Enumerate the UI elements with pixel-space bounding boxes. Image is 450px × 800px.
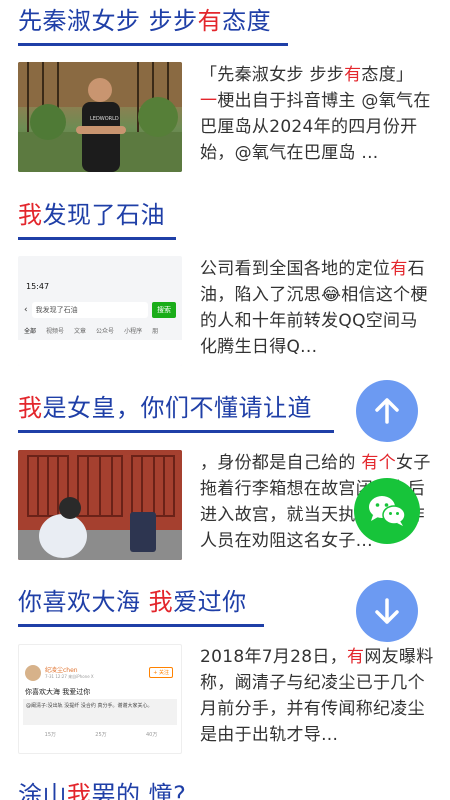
article-title-3[interactable]: 我是女皇，你们不懂请让道 bbox=[18, 393, 334, 433]
weibo-post-text: 你喜欢大海 我爱过你 bbox=[25, 688, 91, 696]
article-summary-4[interactable]: 2018年7月28日，有网友曝料称，阚清子与纪凌尘已于几个月前分手，并有传闻称纪… bbox=[200, 644, 434, 748]
title-underline bbox=[18, 43, 288, 46]
title-underline bbox=[18, 237, 176, 240]
phone-time: 15:47 bbox=[26, 282, 50, 291]
phone-tabs: 全部 视频号 文章 公众号 小程序 朋 bbox=[24, 328, 159, 335]
article-title-5[interactable]: 涂山我罢的 憧? bbox=[18, 780, 186, 800]
shirt-text: LEDWORLD bbox=[90, 116, 119, 122]
weibo-stats: 15万 25万 40万 bbox=[44, 732, 158, 738]
phone-search-box: 我发现了石油 bbox=[31, 302, 148, 318]
scroll-up-button[interactable] bbox=[356, 380, 418, 442]
article-title-2[interactable]: 我发现了石油 bbox=[18, 200, 176, 240]
article-thumbnail-3[interactable] bbox=[18, 450, 182, 560]
avatar bbox=[25, 665, 41, 681]
article-thumbnail-4[interactable]: 纪凌尘chen 7-31 12:27 来自iPhone X + 关注 你喜欢大海… bbox=[18, 644, 182, 754]
arrow-up-icon bbox=[375, 398, 399, 424]
wechat-share-button[interactable] bbox=[354, 478, 420, 544]
scroll-down-button[interactable] bbox=[356, 580, 418, 642]
article-thumbnail-1[interactable]: LEDWORLD bbox=[18, 62, 182, 172]
article-summary-2[interactable]: 公司看到全国各地的定位有石油，陷入了沉思😂相信这个梗的人和十年前转发QQ空间马化… bbox=[200, 256, 434, 360]
weibo-quoted-reply: @阚清子:没出轨 没提纤 没合约 真分手。谢谢大家关心。 bbox=[23, 699, 177, 725]
arrow-down-icon bbox=[375, 598, 399, 624]
article-title-1[interactable]: 先秦淑女步 步步有态度 bbox=[18, 6, 288, 46]
back-icon: ‹ bbox=[24, 305, 28, 315]
title-underline bbox=[18, 624, 264, 627]
phone-search-button: 搜索 bbox=[152, 302, 176, 318]
title-underline bbox=[18, 430, 334, 433]
article-title-4[interactable]: 你喜欢大海 我爱过你 bbox=[18, 587, 264, 627]
weibo-meta: 7-31 12:27 来自iPhone X bbox=[45, 674, 94, 679]
weibo-username: 纪凌尘chen bbox=[45, 667, 78, 674]
article-thumbnail-2[interactable]: 15:47 ‹ 我发现了石油 搜索 全部 视频号 文章 公众号 小程序 朋 bbox=[18, 256, 182, 366]
follow-button: + 关注 bbox=[149, 667, 173, 678]
wechat-icon bbox=[369, 496, 406, 526]
article-summary-1[interactable]: 「先秦淑女步 步步有态度」 一梗出自于抖音博主 @氧气在巴厘岛从2024年的四月份… bbox=[200, 62, 434, 166]
